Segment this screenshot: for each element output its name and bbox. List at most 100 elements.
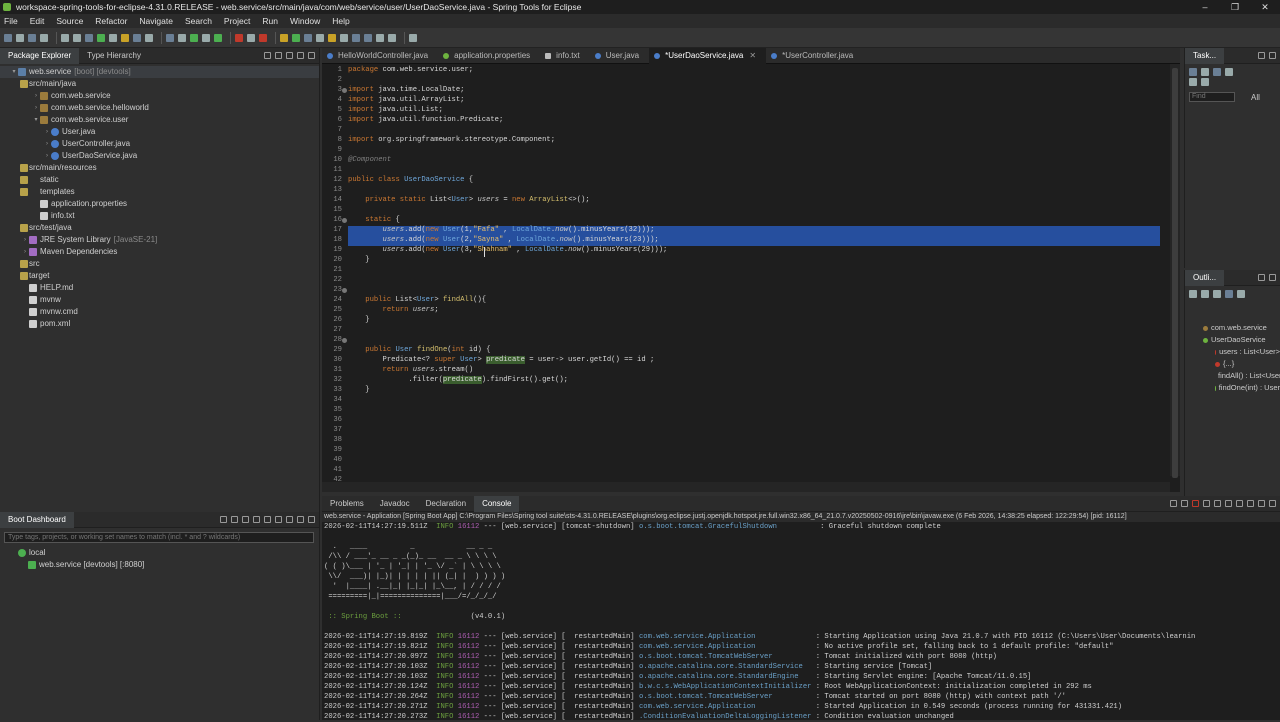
menu-help[interactable]: Help: [332, 16, 349, 26]
start-icon[interactable]: [220, 516, 227, 523]
code-line[interactable]: }: [348, 386, 369, 394]
toggle-icon[interactable]: [133, 33, 141, 42]
tree-item[interactable]: › com.web.service: [0, 90, 319, 102]
hide-fields-icon[interactable]: [1201, 290, 1209, 298]
stop-icon[interactable]: [242, 516, 249, 523]
fold-toggle-icon[interactable]: [342, 88, 347, 93]
editor-horizontal-scrollbar[interactable]: [322, 482, 1170, 492]
task-menu-icon[interactable]: [1201, 78, 1209, 86]
collapse-all-icon[interactable]: [264, 52, 271, 59]
code-line[interactable]: }: [348, 316, 369, 324]
close-tab-icon[interactable]: ✕: [749, 51, 756, 60]
filter-icon[interactable]: [1201, 68, 1209, 76]
code-line[interactable]: Predicate<? super User> predicate = user…: [348, 356, 654, 364]
tab-boot-dashboard[interactable]: Boot Dashboard: [0, 511, 74, 528]
tree-item[interactable]: ▾src/main/java: [0, 78, 319, 90]
tree-item[interactable]: ▾src/main/resources: [0, 162, 319, 174]
tree-item[interactable]: info.txt: [0, 210, 319, 222]
block-select-icon[interactable]: [145, 33, 153, 42]
open-console-icon[interactable]: [1247, 500, 1254, 507]
search-icon[interactable]: [304, 33, 312, 42]
outline-item[interactable]: UserDaoService: [1185, 334, 1280, 346]
tree-item[interactable]: › JRE System Library [JavaSE-21]: [0, 234, 319, 246]
boot-filter-input[interactable]: Type tags, projects, or working set name…: [4, 532, 314, 543]
tree-item[interactable]: templates: [0, 186, 319, 198]
code-line[interactable]: public List<User> findAll(){: [348, 296, 486, 304]
editor-tab[interactable]: User.java: [590, 48, 649, 64]
minimize-view-icon[interactable]: [297, 516, 304, 523]
code-line[interactable]: package com.web.service.user;: [348, 66, 473, 74]
minimize-view-icon[interactable]: [297, 52, 304, 59]
outline-item[interactable]: findAll() : List<User>: [1185, 370, 1280, 382]
code-line[interactable]: import java.util.ArrayList;: [348, 96, 464, 104]
maximize-view-icon[interactable]: [1269, 52, 1276, 59]
tree-item[interactable]: static: [0, 174, 319, 186]
display-console-icon[interactable]: [1236, 500, 1243, 507]
expand-toggle-icon[interactable]: ›: [32, 102, 40, 114]
code-line[interactable]: public class UserDaoService {: [348, 176, 473, 184]
word-wrap-icon[interactable]: [1225, 500, 1232, 507]
menu-refactor[interactable]: Refactor: [95, 16, 127, 26]
boot-app-item[interactable]: web.service [devtools] [:8080]: [0, 559, 319, 571]
expand-toggle-icon[interactable]: ›: [43, 138, 51, 150]
tree-item[interactable]: › Maven Dependencies: [0, 246, 319, 258]
link-editor-icon[interactable]: [275, 52, 282, 59]
debug-icon[interactable]: [166, 33, 174, 42]
filter-icon[interactable]: [275, 516, 282, 523]
maximize-view-icon[interactable]: [1269, 500, 1276, 507]
code-line[interactable]: .filter(predicate).findFirst().get();: [348, 376, 568, 384]
remove-launch-icon[interactable]: [1181, 500, 1188, 507]
code-line[interactable]: users.add(new User(1,"Fafa" , LocalDate.…: [348, 226, 655, 234]
menu-project[interactable]: Project: [224, 16, 250, 26]
outline-item[interactable]: users : List<User>: [1185, 346, 1280, 358]
code-area[interactable]: 1 package com.web.service.user; 2 3 import j…: [322, 64, 1180, 484]
expand-toggle-icon[interactable]: ›: [43, 150, 51, 162]
tree-item[interactable]: mvnw.cmd: [0, 306, 319, 318]
editor-tab[interactable]: *UserController.java: [766, 48, 863, 64]
tree-item[interactable]: application.properties: [0, 198, 319, 210]
expand-toggle-icon[interactable]: ›: [21, 234, 29, 246]
new-task-icon[interactable]: [1189, 68, 1197, 76]
fold-toggle-icon[interactable]: [342, 338, 347, 343]
code-line[interactable]: import java.time.LocalDate;: [348, 86, 464, 94]
tree-item[interactable]: target: [0, 270, 319, 282]
open-browser-icon[interactable]: [253, 516, 260, 523]
sync-icon[interactable]: [1189, 78, 1197, 86]
tab-outline[interactable]: Outli...: [1185, 269, 1225, 286]
menu-navigate[interactable]: Navigate: [139, 16, 173, 26]
annotation-icon[interactable]: [316, 33, 324, 42]
outline-menu-icon[interactable]: [1237, 290, 1245, 298]
menu-window[interactable]: Window: [290, 16, 320, 26]
tree-item[interactable]: ›src: [0, 258, 319, 270]
code-line[interactable]: static {: [348, 216, 400, 224]
pin-icon[interactable]: [340, 33, 348, 42]
menu-run[interactable]: Run: [262, 16, 278, 26]
outline-item[interactable]: com.web.service: [1185, 322, 1280, 334]
expand-toggle-icon[interactable]: ›: [32, 90, 40, 102]
code-line[interactable]: private static List<User> users = new Ar…: [348, 196, 589, 204]
tab-console[interactable]: Console: [474, 495, 520, 512]
code-line[interactable]: users.add(new User(2,"Sayna" , LocalDate…: [348, 236, 659, 244]
outline-item[interactable]: findOne(int) : User: [1185, 382, 1280, 394]
task-all-filter[interactable]: All: [1251, 93, 1260, 102]
code-line[interactable]: import java.util.List;: [348, 106, 443, 114]
coverage-icon[interactable]: [178, 33, 186, 42]
hide-static-icon[interactable]: [1213, 290, 1221, 298]
run-icon[interactable]: [190, 33, 198, 42]
console-output[interactable]: 2026-02-11T14:27:19.511Z INFO 16112 --- …: [324, 522, 1264, 722]
tab-javadoc[interactable]: Javadoc: [372, 496, 418, 512]
minimize-view-icon[interactable]: [1258, 52, 1265, 59]
terminate-icon[interactable]: [1192, 500, 1199, 507]
tree-item[interactable]: mvnw: [0, 294, 319, 306]
editor-vertical-scrollbar[interactable]: [1170, 64, 1180, 478]
sort-icon[interactable]: [1189, 290, 1197, 298]
new-class-icon[interactable]: [292, 33, 300, 42]
save-icon[interactable]: [28, 33, 36, 42]
menu-file[interactable]: File: [4, 16, 18, 26]
perspective-icon[interactable]: [409, 33, 417, 42]
fold-toggle-icon[interactable]: [342, 288, 347, 293]
collapse-icon[interactable]: [1225, 68, 1233, 76]
add-icon[interactable]: [286, 516, 293, 523]
build-icon[interactable]: [85, 33, 93, 42]
back-icon[interactable]: [376, 33, 384, 42]
